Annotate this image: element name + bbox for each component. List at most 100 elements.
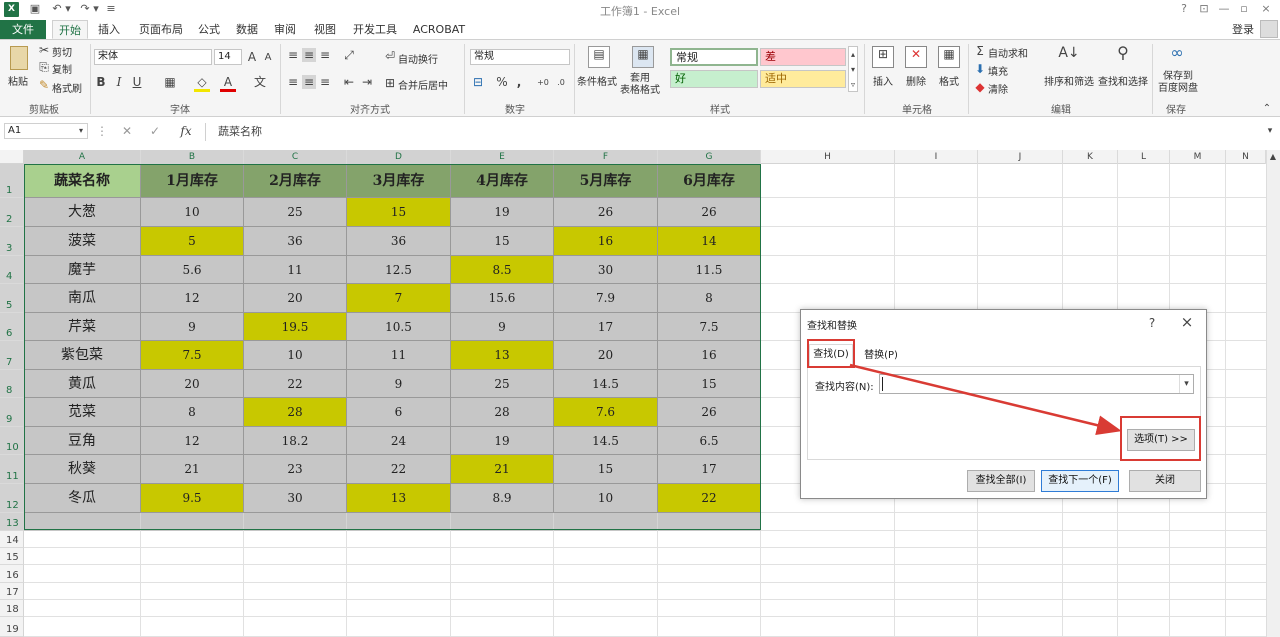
cut-button[interactable]: 剪切 — [52, 44, 72, 59]
style-neutral[interactable]: 适中 — [760, 70, 846, 88]
tab-review[interactable]: 审阅 — [270, 20, 300, 39]
tab-formulas[interactable]: 公式 — [194, 20, 224, 39]
close-button[interactable]: × — [1258, 2, 1274, 16]
ribbon-display-icon[interactable]: ⊡ — [1196, 2, 1212, 16]
row-header-9[interactable]: 9 — [0, 398, 24, 427]
fill-button[interactable]: 填充 — [988, 63, 1008, 78]
italic-button[interactable]: I — [112, 75, 126, 89]
row-header-3[interactable]: 3 — [0, 227, 24, 256]
decrease-indent-icon[interactable]: ⇤ — [342, 75, 356, 89]
delete-cells-button[interactable]: 删除 — [906, 73, 926, 88]
decrease-decimal-icon[interactable]: .0 — [554, 76, 568, 90]
column-header-b[interactable]: B — [141, 150, 244, 164]
row-header-6[interactable]: 6 — [0, 313, 24, 341]
orientation-icon[interactable]: ⤢ — [340, 48, 358, 62]
tab-insert[interactable]: 插入 — [94, 20, 124, 39]
select-all-corner[interactable] — [0, 150, 24, 164]
style-good[interactable]: 好 — [670, 70, 758, 88]
restore-button[interactable]: ▫ — [1236, 2, 1252, 16]
comma-button[interactable]: , — [514, 75, 524, 89]
sort-filter-button[interactable]: 排序和筛选 — [1044, 73, 1094, 88]
format-painter-button[interactable]: 格式刷 — [52, 80, 82, 95]
font-size-select[interactable]: 14 — [214, 49, 242, 65]
confirm-entry-icon[interactable]: ✓ — [148, 124, 162, 138]
options-button[interactable]: 选项(T) >> — [1127, 429, 1195, 451]
column-header-n[interactable]: N — [1226, 150, 1266, 164]
format-cells-button[interactable]: 格式 — [939, 73, 959, 88]
percent-button[interactable]: % — [496, 75, 508, 89]
cancel-entry-icon[interactable]: ✕ — [120, 124, 134, 138]
tab-file[interactable]: 文件 — [0, 20, 46, 39]
column-header-m[interactable]: M — [1170, 150, 1226, 164]
row-header-8[interactable]: 8 — [0, 370, 24, 398]
row-header-10[interactable]: 10 — [0, 427, 24, 455]
vertical-scrollbar[interactable] — [1266, 150, 1280, 637]
align-bottom-icon[interactable]: ≡ — [318, 48, 332, 62]
currency-icon[interactable]: ⊟ — [470, 75, 486, 89]
sign-in-link[interactable]: 登录 — [1228, 20, 1258, 39]
increase-indent-icon[interactable]: ⇥ — [360, 75, 374, 89]
find-all-button[interactable]: 查找全部(I) — [967, 470, 1035, 492]
column-header-d[interactable]: D — [347, 150, 451, 164]
collapse-ribbon-icon[interactable]: ⌃ — [1260, 102, 1274, 116]
insert-function-button[interactable]: fx — [176, 124, 196, 138]
find-next-button[interactable]: 查找下一个(F) — [1041, 470, 1119, 492]
column-header-g[interactable]: G — [658, 150, 761, 164]
font-name-select[interactable]: 宋体 — [94, 49, 212, 65]
row-header-7[interactable]: 7 — [0, 341, 24, 370]
fill-color-icon[interactable]: ◇ — [194, 75, 210, 92]
column-header-k[interactable]: K — [1063, 150, 1118, 164]
align-right-icon[interactable]: ≡ — [318, 75, 332, 89]
row-header-12[interactable]: 12 — [0, 484, 24, 513]
column-header-j[interactable]: J — [978, 150, 1063, 164]
tab-home[interactable]: 开始 — [52, 20, 88, 39]
tab-replace[interactable]: 替换(P) — [859, 347, 903, 365]
align-left-icon[interactable]: ≡ — [286, 75, 300, 89]
column-header-l[interactable]: L — [1118, 150, 1170, 164]
insert-cells-button[interactable]: 插入 — [873, 73, 893, 88]
merge-center-button[interactable]: 合并后居中 — [398, 77, 448, 92]
copy-button[interactable]: 复制 — [52, 61, 72, 76]
tab-page-layout[interactable]: 页面布局 — [134, 20, 188, 39]
font-color-icon[interactable]: A — [220, 75, 236, 92]
style-normal[interactable]: 常规 — [670, 48, 758, 66]
find-what-input[interactable] — [879, 374, 1194, 394]
underline-button[interactable]: U — [130, 75, 144, 89]
clear-button[interactable]: 清除 — [988, 81, 1008, 96]
border-icon[interactable]: ▦ — [162, 75, 178, 89]
row-header-5[interactable]: 5 — [0, 284, 24, 313]
tab-data[interactable]: 数据 — [232, 20, 262, 39]
row-header-2[interactable]: 2 — [0, 198, 24, 227]
tab-acrobat[interactable]: ACROBAT — [410, 20, 468, 39]
increase-font-icon[interactable]: A — [246, 50, 258, 64]
tab-view[interactable]: 视图 — [310, 20, 340, 39]
paste-icon[interactable] — [10, 46, 28, 70]
wrap-text-button[interactable]: 自动换行 — [398, 51, 438, 66]
row-header-4[interactable]: 4 — [0, 256, 24, 284]
row-header-13[interactable]: 13 — [0, 513, 24, 531]
row-header-18[interactable]: 18 — [0, 600, 24, 617]
align-middle-icon[interactable]: ≡ — [302, 48, 316, 62]
help-button[interactable]: ? — [1176, 2, 1192, 16]
minimize-button[interactable]: — — [1216, 2, 1232, 16]
formula-input[interactable]: 蔬菜名称 — [205, 123, 1267, 141]
column-header-i[interactable]: I — [895, 150, 978, 164]
column-header-c[interactable]: C — [244, 150, 347, 164]
increase-decimal-icon[interactable]: +0 — [536, 76, 550, 90]
decrease-font-icon[interactable]: A — [262, 51, 274, 65]
format-as-table-button[interactable]: 套用 表格格式 — [620, 73, 660, 97]
column-header-h[interactable]: H — [761, 150, 895, 164]
paste-button[interactable]: 粘贴 — [8, 73, 28, 88]
column-header-f[interactable]: F — [554, 150, 658, 164]
find-history-dropdown-icon[interactable]: ▾ — [1179, 375, 1193, 393]
expand-formula-icon[interactable]: ▾ — [1264, 124, 1276, 138]
tab-developer[interactable]: 开发工具 — [350, 20, 400, 39]
autosum-button[interactable]: 自动求和 — [988, 45, 1028, 60]
style-gallery-scroll-icon[interactable]: ▴ ▾ ▿ — [848, 46, 858, 92]
align-top-icon[interactable]: ≡ — [286, 48, 300, 62]
row-header-14[interactable]: 14 — [0, 531, 24, 548]
row-header-17[interactable]: 17 — [0, 583, 24, 600]
close-dialog-button[interactable]: 关闭 — [1129, 470, 1201, 492]
bold-button[interactable]: B — [94, 75, 108, 89]
scroll-up-icon[interactable]: ▲ — [1267, 150, 1279, 164]
